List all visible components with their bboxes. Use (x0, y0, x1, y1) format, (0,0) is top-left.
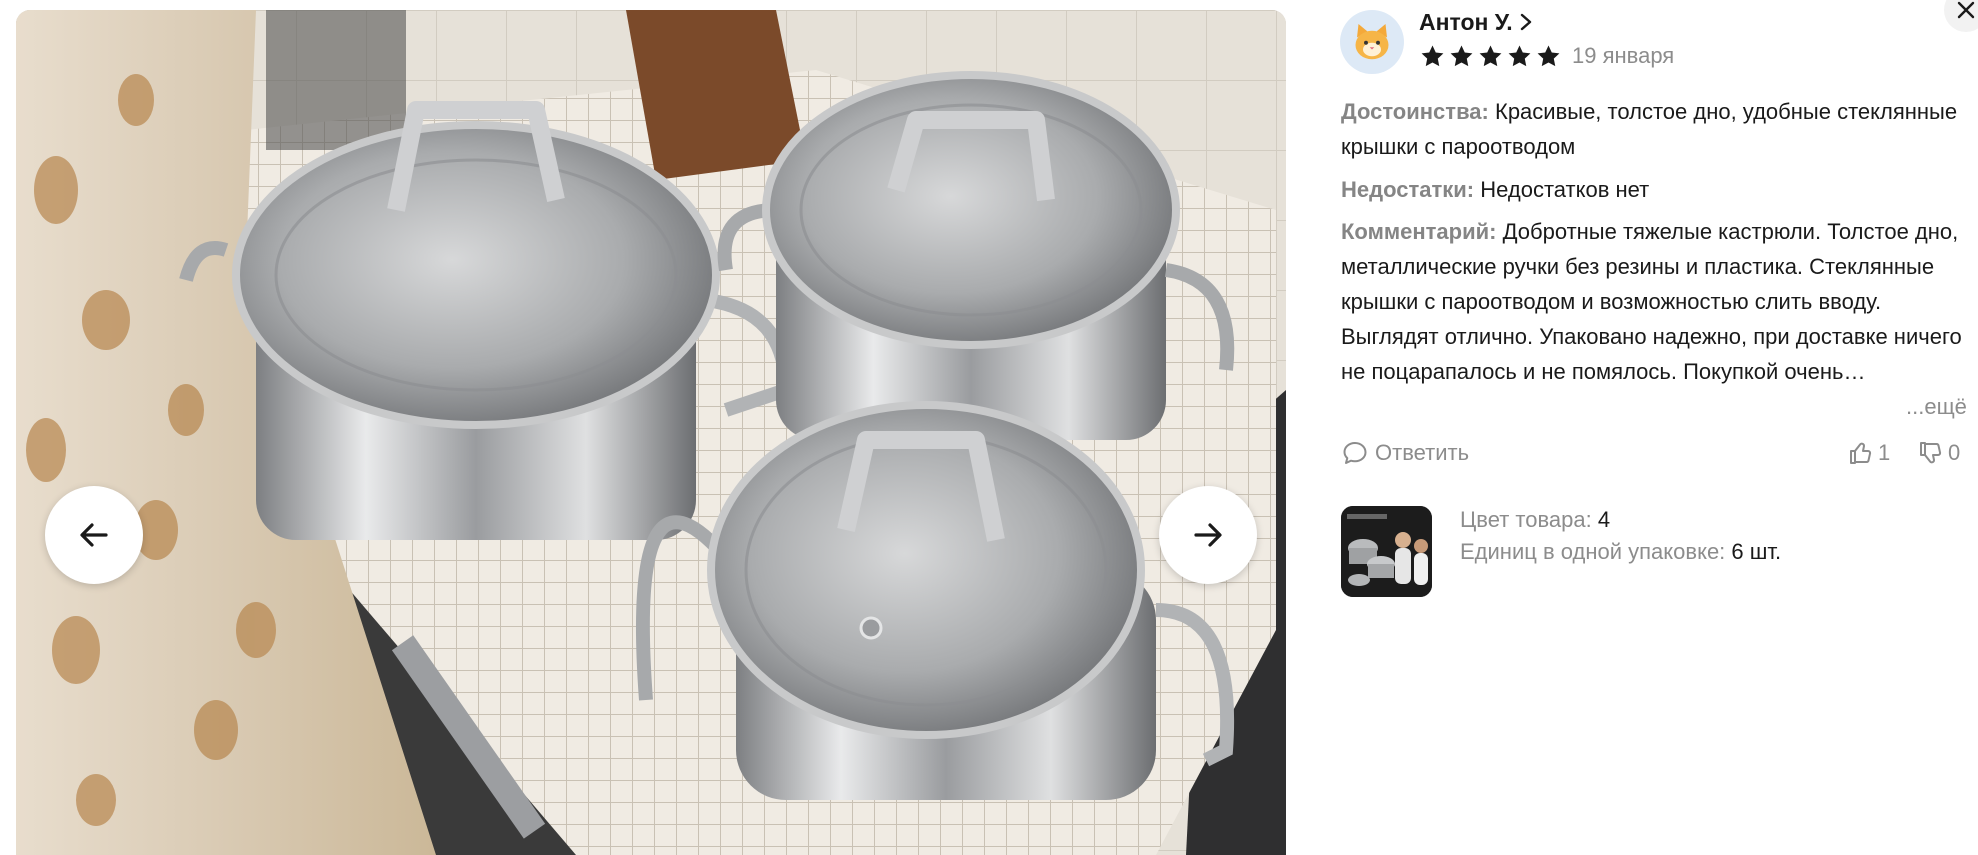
show-more-link[interactable]: ...ещё (1900, 389, 1967, 424)
units-value: 6 шт. (1731, 539, 1782, 564)
cons-section: Недостатки: Недостатков нет (1341, 172, 1971, 207)
rating-row: 19 января (1419, 42, 1674, 70)
color-value: 4 (1597, 507, 1611, 532)
star-icon (1508, 44, 1531, 66)
star-icon (1479, 44, 1502, 66)
like-button[interactable]: 1 (1848, 437, 1890, 469)
close-icon (1957, 1, 1975, 19)
reply-label: Ответить (1375, 440, 1470, 465)
thumbs-down-icon (1920, 442, 1942, 464)
product-units-row: Единиц в одной упаковке: 6 шт. (1460, 536, 1781, 568)
pros-label: Достоинства: (1341, 99, 1489, 124)
speech-bubble-icon (1343, 442, 1367, 464)
cookware-photo (16, 10, 1286, 855)
pros-section: Достоинства: Красивые, толстое дно, удоб… (1341, 94, 1971, 164)
star-icon (1450, 44, 1473, 66)
cons-text: Недостатков нет (1480, 177, 1650, 202)
comment-label: Комментарий: (1341, 219, 1497, 244)
units-label: Единиц в одной упаковке: (1460, 539, 1726, 564)
star-icon (1421, 44, 1444, 66)
thumbs-up-icon (1850, 442, 1872, 464)
chevron-right-icon (1520, 13, 1531, 31)
author-name: Антон У. (1419, 8, 1513, 35)
cat-face-icon (1355, 24, 1389, 60)
next-photo-button[interactable] (1159, 486, 1257, 584)
author-link[interactable]: Антон У. (1419, 8, 1533, 36)
color-label: Цвет товара: (1460, 507, 1592, 532)
reply-button[interactable]: Ответить (1341, 437, 1469, 469)
star-icon (1537, 44, 1560, 66)
comment-section: Комментарий: Добротные тяжелые кастрюли.… (1341, 214, 1971, 424)
avatar[interactable] (1340, 10, 1404, 74)
star-rating (1419, 43, 1562, 70)
product-color-row: Цвет товара: 4 (1460, 504, 1610, 536)
product-thumbnail[interactable] (1341, 506, 1432, 597)
product-image (1341, 506, 1432, 597)
review-date: 19 января (1572, 43, 1675, 68)
review-photo[interactable] (16, 10, 1286, 855)
arrow-right-icon (1194, 523, 1222, 547)
cons-label: Недостатки: (1341, 177, 1475, 202)
like-count: 1 (1878, 440, 1891, 465)
close-button[interactable] (1944, 0, 1978, 32)
dislike-button[interactable]: 0 (1918, 437, 1960, 469)
previous-photo-button[interactable] (45, 486, 143, 584)
arrow-left-icon (80, 523, 108, 547)
dislike-count: 0 (1948, 440, 1961, 465)
